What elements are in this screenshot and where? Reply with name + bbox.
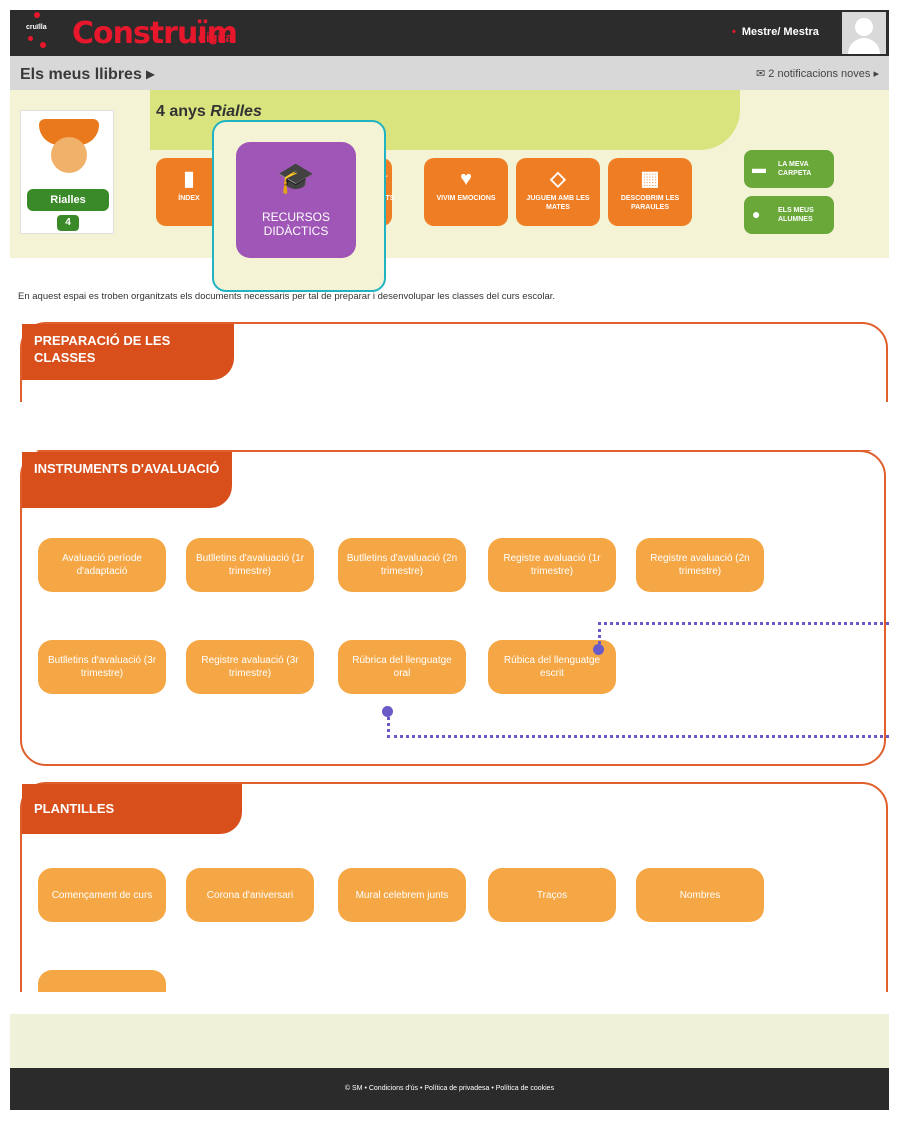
envelope-icon: ✉ — [756, 68, 769, 80]
item-tracos[interactable]: Traços — [488, 868, 616, 922]
nav-tile-maths[interactable]: ◇ JUGUEM AMB LES MATES — [516, 158, 600, 226]
app-logo-suffix: digital — [198, 30, 237, 45]
item-butlletins-2n[interactable]: Butlletins d'avaluació (2n trimestre) — [338, 538, 466, 592]
item-comencament[interactable]: Començament de curs — [38, 868, 166, 922]
cover-age: 4 — [57, 215, 79, 231]
callout-pin-oral — [382, 706, 393, 717]
avatar[interactable] — [842, 12, 886, 54]
callout-pin-escrit — [593, 644, 604, 655]
callout-line-escrit — [598, 622, 889, 650]
item-registre-3r[interactable]: Registre avaluació (3r trimestre) — [186, 640, 314, 694]
my-books-link[interactable]: Els meus llibres ▸ — [20, 64, 154, 84]
footer: © SM • Condicions d'ús • Política de pri… — [10, 1068, 889, 1110]
item-rubrica-oral[interactable]: Rúbrica del llenguatge oral — [338, 640, 466, 694]
blocks-icon: ▦ — [640, 168, 660, 190]
section-title-preparacio: PREPARACIÓ DE LES CLASSES — [22, 324, 234, 380]
breadcrumb-bar: Els meus llibres ▸ ✉ 2 notificacions nov… — [10, 56, 889, 90]
person-icon: ● — [752, 206, 761, 222]
resources-label: RECURSOS DIDÀCTICS — [261, 210, 330, 238]
book-cover[interactable]: Rialles 4 — [20, 110, 114, 234]
notifications-link[interactable]: ✉ 2 notificacions noves ▸ — [756, 67, 879, 80]
item-registre-1r[interactable]: Registre avaluació (1r trimestre) — [488, 538, 616, 592]
nav-tile-emotions[interactable]: ♥ VIVIM EMOCIONS — [424, 158, 508, 226]
item-registre-2n[interactable]: Registre avaluació (2n trimestre) — [636, 538, 764, 592]
footer-band — [10, 1014, 889, 1068]
shapes-icon: ◇ — [550, 168, 566, 190]
app-window: cruïlla Construïm digital • Mestre/ Mestr… — [10, 10, 889, 1110]
graduation-cap-icon: 🎓 — [277, 162, 315, 195]
callout-line-oral — [387, 712, 889, 738]
book-name: Rialles — [210, 103, 262, 120]
item-nombres[interactable]: Nombres — [636, 868, 764, 922]
item-mural[interactable]: Mural celebrem junts — [338, 868, 466, 922]
publisher-logo: cruïlla — [26, 24, 47, 31]
nav-tile-resources[interactable]: 🎓 RECURSOS DIDÀCTICS — [236, 142, 356, 258]
intro-text: En aquest espai es troben organitzats el… — [18, 291, 556, 302]
heart-icon: ♥ — [460, 168, 472, 190]
user-menu[interactable]: • Mestre/ Mestra — [732, 26, 819, 38]
bullet-icon: • — [732, 26, 736, 38]
cover-title: Rialles — [27, 189, 109, 211]
item-butlletins-3r[interactable]: Butlletins d'avaluació (3r trimestre) — [38, 640, 166, 694]
notifications-label: 2 notificacions noves ▸ — [768, 68, 879, 80]
my-students-button[interactable]: ● ELS MEUS ALUMNES — [744, 196, 834, 234]
nav-tile-words[interactable]: ▦ DESCOBRIM LES PARAULES — [608, 158, 692, 226]
item-butlletins-1r[interactable]: Butlletins d'avaluació (1r trimestre) — [186, 538, 314, 592]
top-bar: cruïlla Construïm digital • Mestre/ Mestr… — [10, 10, 889, 56]
user-role: Mestre/ Mestra — [741, 26, 819, 38]
item-corona[interactable]: Corona d'aniversari — [186, 868, 314, 922]
section-title-avaluacio: INSTRUMENTS D'AVALUACIÓ — [22, 452, 232, 508]
my-folder-button[interactable]: ▬ LA MEVA CARPETA — [744, 150, 834, 188]
logo-dots-icon — [28, 12, 58, 52]
folder-icon: ▬ — [752, 160, 766, 176]
book-age: 4 anys — [156, 103, 206, 120]
section-title-plantilles: PLANTILLES — [22, 784, 242, 834]
item-avaluacio-adaptacio[interactable]: Avaluació període d'adaptació — [38, 538, 166, 592]
torn-gap — [10, 402, 889, 450]
book-title: 4 anys Rialles — [156, 103, 262, 121]
